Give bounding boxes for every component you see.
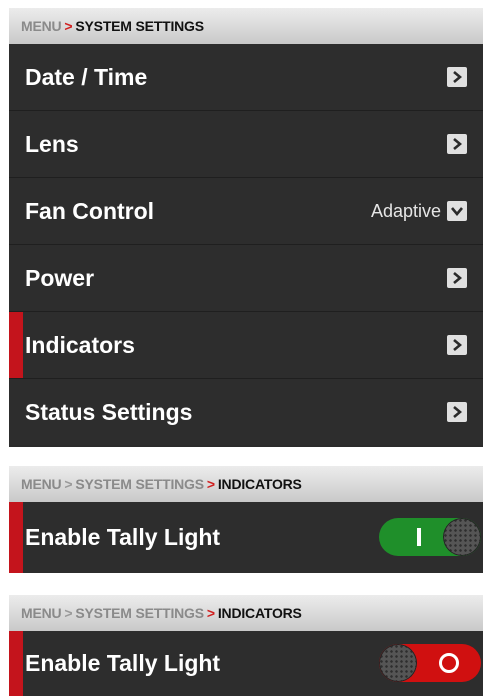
breadcrumb-current: SYSTEM SETTINGS — [75, 18, 204, 34]
menu-item-label: Power — [25, 264, 95, 291]
menu-item-indicators[interactable]: Indicators — [9, 312, 483, 379]
menu-item-label: Date / Time — [25, 63, 148, 90]
menu-item-status-settings[interactable]: Status Settings — [9, 379, 483, 445]
fan-control-value[interactable]: Adaptive — [371, 201, 441, 222]
selection-indicator — [9, 502, 23, 573]
menu-item-label: Indicators — [25, 331, 135, 358]
breadcrumb-middle[interactable]: SYSTEM SETTINGS — [75, 605, 204, 621]
breadcrumb: MENU > SYSTEM SETTINGS > INDICATORS — [9, 466, 483, 502]
menu-item-power[interactable]: Power — [9, 245, 483, 312]
breadcrumb-separator-icon: > — [64, 476, 73, 492]
menu-item-label: Lens — [25, 130, 79, 157]
breadcrumb-root[interactable]: MENU — [21, 605, 62, 621]
toggle-knob[interactable] — [443, 518, 481, 556]
breadcrumb-root[interactable]: MENU — [21, 476, 62, 492]
system-settings-panel: MENU > SYSTEM SETTINGS Date / Time Lens … — [9, 8, 483, 447]
toggle-off-icon — [439, 653, 459, 673]
breadcrumb-current: INDICATORS — [217, 476, 302, 492]
selection-indicator — [9, 631, 23, 696]
breadcrumb: MENU > SYSTEM SETTINGS — [9, 8, 483, 44]
breadcrumb-separator-icon: > — [206, 605, 215, 621]
menu-item-label: Fan Control — [25, 197, 155, 224]
breadcrumb: MENU > SYSTEM SETTINGS > INDICATORS — [9, 595, 483, 631]
chevron-right-icon — [447, 402, 467, 422]
breadcrumb-separator-icon: > — [206, 476, 215, 492]
selection-indicator — [9, 312, 23, 378]
chevron-down-icon[interactable] — [447, 201, 467, 221]
menu-item-date-time[interactable]: Date / Time — [9, 44, 483, 111]
breadcrumb-current: INDICATORS — [217, 605, 302, 621]
chevron-right-icon — [447, 268, 467, 288]
tally-toggle-on[interactable] — [379, 518, 481, 556]
breadcrumb-root[interactable]: MENU — [21, 18, 62, 34]
toggle-knob[interactable] — [379, 644, 417, 682]
menu-item-fan-control[interactable]: Fan Control Adaptive — [9, 178, 483, 245]
tally-toggle-off[interactable] — [379, 644, 481, 682]
chevron-right-icon — [447, 335, 467, 355]
setting-row-tally: Enable Tally Light — [9, 631, 483, 696]
menu-item-label: Status Settings — [25, 398, 193, 425]
menu-item-lens[interactable]: Lens — [9, 111, 483, 178]
chevron-right-icon — [447, 134, 467, 154]
breadcrumb-separator-icon: > — [64, 605, 73, 621]
chevron-right-icon — [447, 67, 467, 87]
indicators-panel-on: MENU > SYSTEM SETTINGS > INDICATORS Enab… — [9, 466, 483, 573]
setting-row-tally: Enable Tally Light — [9, 502, 483, 573]
breadcrumb-separator-icon: > — [64, 18, 73, 34]
breadcrumb-middle[interactable]: SYSTEM SETTINGS — [75, 476, 204, 492]
indicators-panel-off: MENU > SYSTEM SETTINGS > INDICATORS Enab… — [9, 595, 483, 696]
toggle-on-icon — [417, 528, 421, 546]
